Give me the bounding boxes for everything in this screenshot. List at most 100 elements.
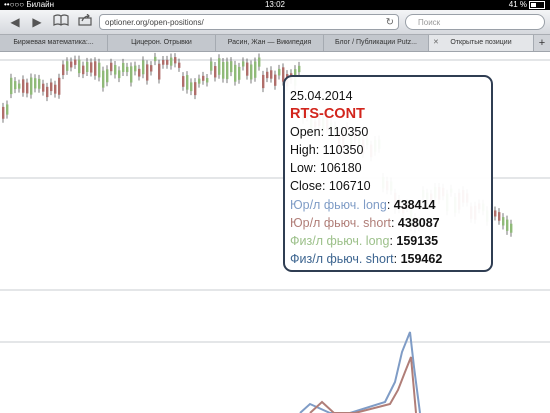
candle [182, 76, 185, 87]
candle [86, 61, 89, 73]
candle [38, 78, 41, 89]
candle [190, 82, 193, 92]
candle [138, 68, 141, 77]
bookmarks-icon[interactable] [52, 14, 70, 30]
candle [50, 82, 53, 92]
tab-1[interactable]: Цицерон. Отрывки [108, 35, 216, 51]
tab-active[interactable]: ✕ Открытые позиции [429, 35, 534, 51]
url-text: optioner.org/open-positions/ [105, 18, 204, 27]
candle [10, 77, 13, 95]
candle [98, 62, 101, 78]
share-icon[interactable] [76, 13, 94, 30]
tooltip-date: 25.04.2014 [290, 89, 353, 103]
candle [126, 66, 129, 73]
candle [58, 77, 61, 95]
tooltip-row-legal-short: Юр/л фьюч. short: 438087 [290, 215, 440, 230]
candle [158, 63, 161, 80]
candle [202, 75, 205, 81]
status-bar: ••○○○ Билайн 13:02 41 % [0, 0, 550, 10]
candle [142, 60, 145, 75]
tooltip-open: Open: 110350 [290, 125, 369, 140]
candle [266, 71, 269, 79]
candle [238, 66, 241, 80]
tab-bar: Биржевая математика:... Цицерон. Отрывки… [0, 35, 550, 52]
candle [146, 64, 149, 81]
tab-3[interactable]: Блог / Публикации Putz... [324, 35, 429, 51]
tooltip-high: High: 110350 [290, 143, 364, 158]
candle [218, 58, 221, 75]
candle [42, 83, 45, 92]
forward-arrow-icon[interactable]: ▶ [28, 14, 46, 30]
candle [34, 78, 37, 89]
search-placeholder: Поиск [418, 18, 441, 27]
candle [494, 210, 497, 217]
candle [498, 212, 501, 221]
tooltip-close: Close: 106710 [290, 179, 371, 194]
candle [178, 62, 181, 68]
candle [214, 66, 217, 78]
candle [14, 81, 17, 90]
candle [66, 61, 69, 71]
candle [94, 61, 97, 76]
candle [110, 62, 113, 72]
close-tab-icon[interactable]: ✕ [433, 35, 439, 51]
candle [198, 78, 201, 84]
candle [18, 83, 21, 89]
chart-tooltip: 25.04.2014 RTS-CONT Open: 110350 High: 1… [283, 75, 493, 272]
series-line-legal-short [309, 356, 417, 413]
candle [78, 59, 81, 74]
tooltip-row-legal-long: Юр/л фьюч. long: 438414 [290, 197, 436, 212]
candle [118, 70, 121, 79]
candle [222, 61, 225, 79]
candle [258, 57, 261, 67]
candle [26, 82, 29, 94]
address-bar[interactable]: optioner.org/open-positions/ ↻ [99, 14, 399, 30]
tab-2[interactable]: Расин, Жан — Википедия [216, 35, 324, 51]
tooltip-symbol: RTS-CONT [290, 106, 365, 123]
tooltip-low: Low: 106180 [290, 161, 362, 176]
candle [54, 84, 57, 94]
candle [122, 62, 125, 72]
candle [62, 64, 65, 76]
position-lines [299, 331, 421, 413]
candle [134, 65, 137, 72]
candle [254, 61, 257, 78]
candle [242, 61, 245, 67]
candle [82, 65, 85, 75]
candle [102, 70, 105, 88]
candle [298, 65, 301, 73]
battery-icon [529, 0, 545, 9]
browser-toolbar: ◀ ▶ optioner.org/open-positions/ ↻ Поиск [0, 10, 550, 35]
reload-icon[interactable]: ↻ [386, 15, 394, 31]
candle [262, 74, 265, 89]
candle [74, 59, 77, 65]
candle [154, 56, 157, 62]
candle [274, 74, 277, 86]
tooltip-row-phys-short: Физ/л фьюч. short: 159462 [290, 251, 443, 266]
candle [22, 79, 25, 93]
back-arrow-icon[interactable]: ◀ [6, 14, 24, 30]
candle [174, 57, 177, 64]
candle [170, 57, 173, 66]
search-input[interactable]: Поиск [405, 14, 545, 30]
tab-0[interactable]: Биржевая математика:... [0, 35, 108, 51]
series-line-legal-long [299, 331, 421, 413]
candle [106, 69, 109, 83]
new-tab-button[interactable]: + [534, 35, 550, 51]
candle [502, 217, 505, 226]
candle [506, 219, 509, 231]
candle [150, 65, 153, 72]
candle [230, 61, 233, 73]
candle [278, 68, 281, 76]
candle [166, 59, 169, 65]
candle [234, 64, 237, 82]
candle [226, 61, 229, 80]
candle [6, 104, 9, 115]
battery-indicator: 41 % [509, 0, 545, 10]
battery-percent: 41 % [508, 0, 527, 9]
candle [194, 82, 197, 96]
candle [46, 86, 49, 98]
candle [250, 64, 253, 80]
tooltip-row-phys-long: Физ/л фьюч. long: 159135 [290, 233, 439, 248]
candle [270, 70, 273, 79]
